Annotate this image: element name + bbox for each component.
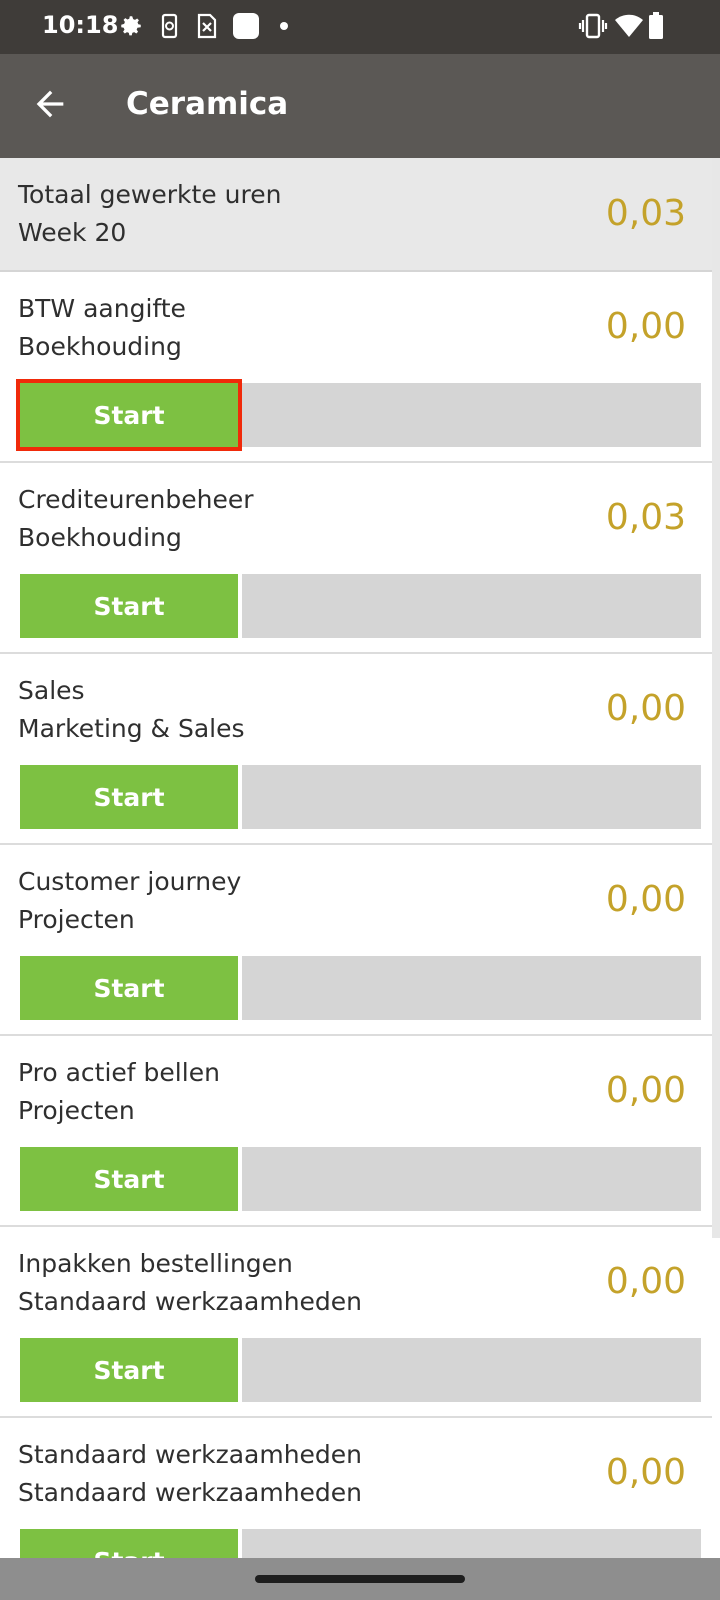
activity-row: Crediteurenbeheer Boekhouding 0,03 Start [0,463,712,654]
total-hours-value: 0,03 [605,193,686,234]
settings-gear-icon [118,12,144,40]
timer-track [242,383,701,447]
activity-category: Marketing & Sales [18,714,245,743]
notification-square-icon [232,12,260,40]
timer-track [242,765,701,829]
status-bar: 10:18 [0,0,720,54]
sim-x-icon [196,12,218,40]
activity-name: Inpakken bestellingen [18,1249,293,1278]
timer-track [242,1529,701,1558]
activity-list[interactable]: Totaal gewerkte uren Week 20 0,03 BTW aa… [0,158,720,1558]
start-button[interactable]: Start [20,1529,238,1558]
scrollbar[interactable] [712,158,720,1238]
gesture-nav-bar [0,1558,720,1600]
start-button[interactable]: Start [20,574,238,638]
start-button[interactable]: Start [20,1147,238,1211]
phone-sync-icon [158,12,182,40]
back-arrow-icon[interactable] [30,84,70,124]
activity-row: Standaard werkzaamheden Standaard werkza… [0,1418,712,1558]
wifi-icon [614,12,644,40]
activity-category: Boekhouding [18,332,182,361]
activity-name: Pro actief bellen [18,1058,220,1087]
start-button[interactable]: Start [20,956,238,1020]
start-button[interactable]: Start [20,765,238,829]
activity-row: BTW aangifte Boekhouding 0,00 Start [0,272,712,463]
dot-icon [279,12,289,40]
timer-track [242,574,701,638]
activity-hours: 0,00 [605,879,686,920]
start-button[interactable]: Start [20,1338,238,1402]
home-handle[interactable] [255,1575,465,1583]
timer-track [242,956,701,1020]
activity-category: Projecten [18,1096,135,1125]
activity-category: Boekhouding [18,523,182,552]
activity-hours: 0,00 [605,688,686,729]
timer-track [242,1147,701,1211]
activity-row: Sales Marketing & Sales 0,00 Start [0,654,712,845]
start-button[interactable]: Start [16,379,242,451]
total-hours-label: Totaal gewerkte uren [18,180,282,209]
activity-name: Sales [18,676,85,705]
weekly-total-header: Totaal gewerkte uren Week 20 0,03 [0,158,712,272]
activity-row: Customer journey Projecten 0,00 Start [0,845,712,1036]
activity-hours: 0,00 [605,306,686,347]
vibrate-icon [578,12,608,40]
activity-category: Standaard werkzaamheden [18,1478,363,1507]
app-bar: Ceramica [0,54,720,158]
activity-hours: 0,00 [605,1452,686,1493]
status-time: 10:18 [42,11,119,39]
activity-name: Crediteurenbeheer [18,485,254,514]
activity-category: Standaard werkzaamheden [18,1287,363,1316]
timer-track [242,1338,701,1402]
activity-hours: 0,00 [605,1070,686,1111]
activity-hours: 0,03 [605,497,686,538]
activity-name: BTW aangifte [18,294,186,323]
activity-name: Standaard werkzaamheden [18,1440,363,1469]
activity-row: Pro actief bellen Projecten 0,00 Start [0,1036,712,1227]
activity-hours: 0,00 [605,1261,686,1302]
activity-row: Inpakken bestellingen Standaard werkzaam… [0,1227,712,1418]
week-label: Week 20 [18,218,127,247]
activity-name: Customer journey [18,867,242,896]
battery-icon [648,12,664,40]
activity-category: Projecten [18,905,135,934]
page-title: Ceramica [126,86,289,122]
